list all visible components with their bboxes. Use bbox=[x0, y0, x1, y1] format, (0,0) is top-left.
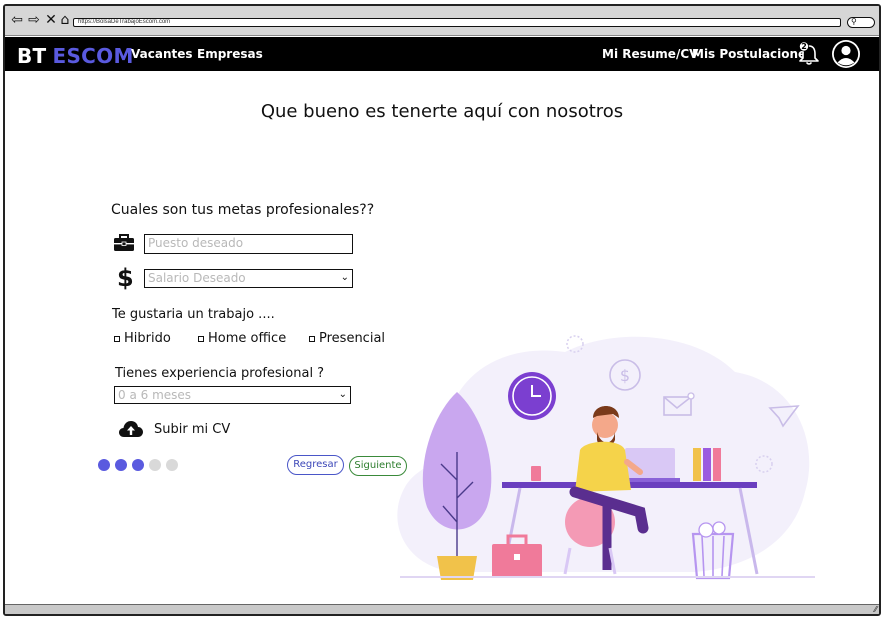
brand-logo[interactable]: BT ESCOM bbox=[17, 44, 134, 68]
bell-icon[interactable]: 2 bbox=[797, 41, 821, 67]
nav-vacantes[interactable]: Vacantes bbox=[131, 47, 193, 61]
experience-select[interactable]: 0 a 6 meses ⌄ bbox=[114, 386, 351, 404]
upload-cv-button[interactable]: Subir mi CV bbox=[118, 419, 230, 439]
progress-dot bbox=[132, 459, 144, 471]
nav-mis-postulaciones[interactable]: Mis Postulaciones bbox=[692, 47, 813, 61]
progress-dot bbox=[149, 459, 161, 471]
progress-dots bbox=[98, 459, 183, 471]
nav-empresas[interactable]: Empresas bbox=[197, 47, 263, 61]
salary-select[interactable]: Salario Deseado ⌄ bbox=[144, 269, 353, 288]
work-mode-label: Te gustaria un trabajo .... bbox=[112, 307, 275, 322]
top-navbar: BT ESCOM Vacantes Empresas Mi Resume/CV M… bbox=[5, 37, 879, 71]
position-input[interactable]: Puesto deseado bbox=[144, 234, 353, 254]
notification-badge: 2 bbox=[801, 42, 807, 51]
checkbox-presencial[interactable] bbox=[309, 335, 315, 342]
resize-grip-icon[interactable]: ⁄⁄ bbox=[874, 605, 877, 614]
progress-dot bbox=[98, 459, 110, 471]
svg-text:$: $ bbox=[620, 366, 630, 385]
goals-question: Cuales son tus metas profesionales?? bbox=[111, 202, 375, 218]
work-mode-option[interactable]: Presencial bbox=[309, 331, 385, 346]
experience-label: Tienes experiencia profesional ? bbox=[115, 366, 325, 381]
upload-cv-label: Subir mi CV bbox=[154, 421, 231, 437]
browser-window: ⇦ ⇨ ✕ ⌂ https://BolsaDeTrabajoEscom.com … bbox=[3, 4, 881, 616]
browser-search[interactable]: ⚲ bbox=[847, 17, 875, 28]
browser-status-bar: ⁄⁄ bbox=[5, 604, 879, 614]
browser-toolbar: ⇦ ⇨ ✕ ⌂ https://BolsaDeTrabajoEscom.com … bbox=[5, 6, 879, 36]
user-icon[interactable] bbox=[831, 39, 861, 69]
chevron-down-icon: ⌄ bbox=[338, 389, 347, 400]
home-icon[interactable]: ⌂ bbox=[57, 12, 73, 28]
clock-icon bbox=[508, 372, 556, 420]
search-icon: ⚲ bbox=[851, 17, 857, 26]
option-label: Hibrido bbox=[124, 331, 171, 346]
briefcase-icon bbox=[113, 234, 135, 257]
back-button[interactable]: Regresar bbox=[287, 455, 344, 475]
position-placeholder: Puesto deseado bbox=[148, 236, 244, 250]
work-mode-option[interactable]: Home office bbox=[198, 331, 286, 346]
checkbox-home-office[interactable] bbox=[198, 335, 204, 342]
nav-mi-resume[interactable]: Mi Resume/CV bbox=[602, 47, 698, 61]
address-bar[interactable]: https://BolsaDeTrabajoEscom.com bbox=[73, 18, 841, 27]
experience-value: 0 a 6 meses bbox=[118, 388, 192, 402]
progress-dot bbox=[115, 459, 127, 471]
salary-placeholder: Salario Deseado bbox=[148, 271, 246, 285]
arrow-right-icon[interactable]: ⇨ bbox=[26, 12, 42, 28]
progress-dot bbox=[166, 459, 178, 471]
dollar-icon: $ bbox=[117, 264, 134, 292]
brand-escom: ESCOM bbox=[52, 44, 134, 68]
arrow-left-icon[interactable]: ⇦ bbox=[9, 12, 25, 28]
checkbox-hibrido[interactable] bbox=[114, 335, 120, 342]
welcome-heading: Que bueno es tenerte aquí con nosotros bbox=[260, 101, 624, 122]
chevron-down-icon: ⌄ bbox=[340, 272, 349, 283]
brand-bt: BT bbox=[17, 44, 47, 68]
cloud-upload-icon bbox=[119, 421, 143, 437]
hero-illustration: $ bbox=[375, 322, 825, 582]
work-mode-option[interactable]: Hibrido bbox=[114, 331, 171, 346]
option-label: Home office bbox=[208, 331, 287, 346]
